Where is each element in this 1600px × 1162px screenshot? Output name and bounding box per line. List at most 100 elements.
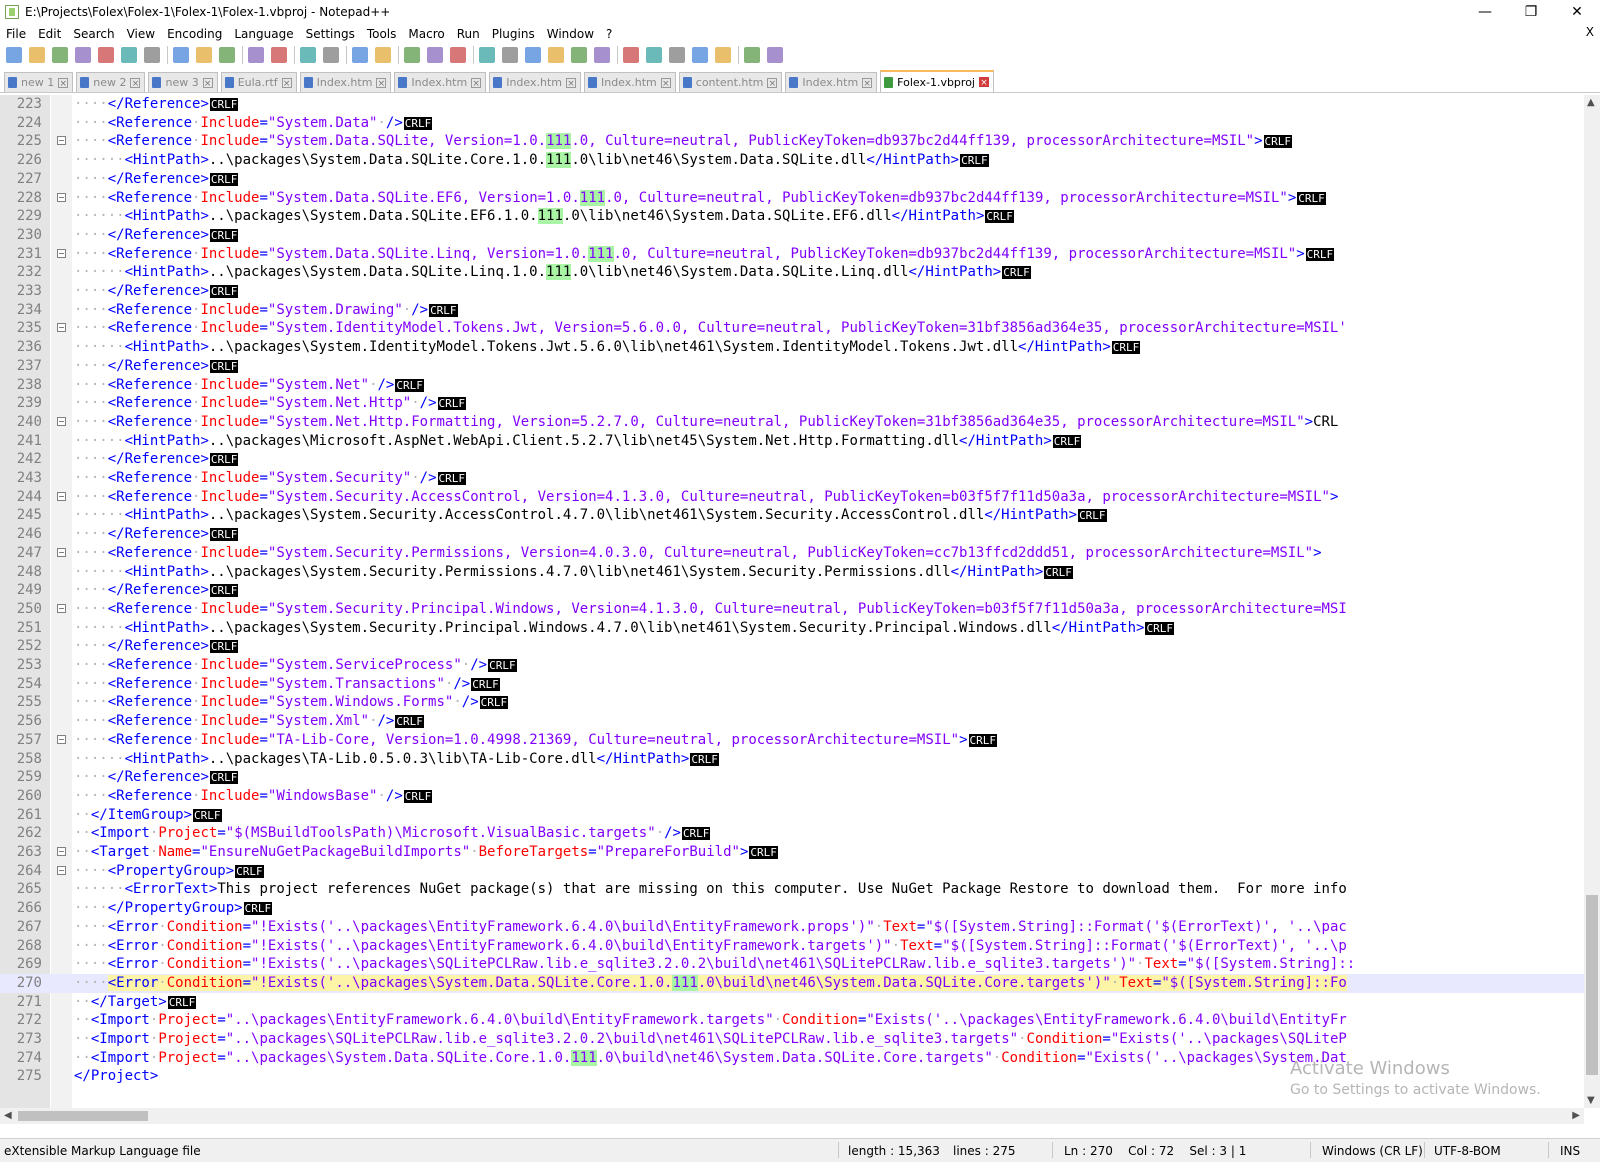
code-line[interactable]: 224 ····<Reference·Include="System.Data"·… [0,114,1584,133]
code-line[interactable]: 233 ····</Reference> CRLF [0,282,1584,301]
find-icon[interactable] [300,47,316,63]
close-tab-icon[interactable]: × [202,77,213,89]
tab-index-htm[interactable]: Index.htm × [785,72,878,92]
spellcheck-settings-icon[interactable] [767,47,783,63]
vertical-scrollbar[interactable]: ▲ ▼ [1584,95,1600,1108]
sync-horizontal-icon[interactable] [427,47,443,63]
menu-file[interactable]: File [0,27,32,41]
close-tab-icon[interactable]: × [565,77,576,89]
tab-folex-1-vbproj[interactable]: Folex-1.vbproj × [880,70,994,92]
fold-toggle-icon[interactable] [57,847,66,856]
code-line[interactable]: 243 ····<Reference·Include="System.Securi… [0,469,1584,488]
code-line[interactable]: 271 ··</Target> CRLF [0,993,1584,1012]
scroll-left-arrow-icon[interactable]: ◀ [4,1110,12,1121]
close-all-icon[interactable] [121,47,137,63]
sync-vertical-icon[interactable] [404,47,420,63]
code-line[interactable]: 244 ····<Reference·Include="System.Securi… [0,488,1584,507]
code-line[interactable]: 242 ····</Reference> CRLF [0,450,1584,469]
menu-settings[interactable]: Settings [300,27,361,41]
code-line[interactable]: 255 ····<Reference·Include="System.Window… [0,693,1584,712]
tab-new-1[interactable]: new 1 × [4,72,74,92]
status-eol[interactable]: Windows (CR LF) [1322,1144,1423,1158]
code-line[interactable]: 246 ····</Reference> CRLF [0,525,1584,544]
close-tab-icon[interactable]: × [660,77,671,89]
menu-run[interactable]: Run [451,27,486,41]
close-tab-icon[interactable]: × [767,77,778,89]
menu-search[interactable]: Search [67,27,120,41]
horizontal-scroll-thumb[interactable] [18,1111,148,1121]
code-line[interactable]: 258 ······<HintPath>..\packages\TA-Lib.0.… [0,750,1584,769]
fold-toggle-icon[interactable] [57,192,66,202]
scroll-down-arrow-icon[interactable]: ▼ [1587,1095,1595,1106]
new-file-icon[interactable] [6,47,22,63]
fold-toggle-icon[interactable] [57,603,66,613]
status-insert-mode[interactable]: INS [1560,1144,1580,1158]
code-line[interactable]: 234 ····<Reference·Include="System.Drawin… [0,301,1584,320]
tab-content-htm[interactable]: content.htm × [678,72,783,92]
code-line[interactable]: 238 ····<Reference·Include="System.Net"·/… [0,376,1584,395]
code-line[interactable]: 227 ····</Reference> CRLF [0,170,1584,189]
fold-toggle-icon[interactable] [57,248,66,258]
save-macro-icon[interactable] [715,47,731,63]
close-document-button[interactable]: X [1586,25,1594,39]
menu-language[interactable]: Language [228,27,299,41]
tab-new-2[interactable]: new 2 × [76,72,146,92]
code-line[interactable]: 257 ····<Reference·Include="TA-Lib-Core, … [0,731,1584,750]
fold-toggle-icon[interactable] [57,323,66,333]
scroll-right-arrow-icon[interactable]: ▶ [1572,1110,1580,1121]
minimize-button[interactable]: — [1462,0,1508,24]
code-line[interactable]: 226 ······<HintPath>..\packages\System.Da… [0,151,1584,170]
close-icon[interactable] [98,47,114,63]
code-line[interactable]: 235 ····<Reference·Include="System.Identi… [0,319,1584,338]
fold-toggle-icon[interactable] [57,865,66,875]
print-icon[interactable] [144,47,160,63]
code-line[interactable]: 229 ······<HintPath>..\packages\System.Da… [0,207,1584,226]
code-line[interactable]: 236 ······<HintPath>..\packages\System.Id… [0,338,1584,357]
cut-icon[interactable] [173,47,189,63]
tab-eula-rtf[interactable]: Eula.rtf × [220,72,297,92]
code-line[interactable]: 247 ····<Reference·Include="System.Securi… [0,544,1584,563]
word-wrap-icon[interactable] [450,47,466,63]
code-line[interactable]: 225 ····<Reference·Include="System.Data.S… [0,132,1584,151]
menu-macro[interactable]: Macro [402,27,450,41]
code-line[interactable]: 264 ····<PropertyGroup> CRLF [0,862,1584,881]
code-line[interactable]: 268 ····<Error·Condition="!Exists('..\pac… [0,937,1584,956]
play-macro-icon[interactable] [669,47,685,63]
code-line[interactable]: 248 ······<HintPath>..\packages\System.Se… [0,563,1584,582]
menu-window[interactable]: Window [541,27,600,41]
stop-macro-icon[interactable] [646,47,662,63]
code-line[interactable]: 252 ····</Reference> CRLF [0,637,1584,656]
spellcheck-icon[interactable] [744,47,760,63]
code-line[interactable]: 269 ····<Error·Condition="!Exists('..\pac… [0,955,1584,974]
code-line[interactable]: 240 ····<Reference·Include="System.Net.Ht… [0,413,1584,432]
code-editor[interactable]: 223 ····</Reference> CRLF 224 ····<Reference… [0,95,1584,1108]
horizontal-scrollbar[interactable]: ◀ ▶ [0,1108,1584,1124]
code-line[interactable]: 237 ····</Reference> CRLF [0,357,1584,376]
tab-index-htm[interactable]: Index.htm × [489,72,581,92]
code-line[interactable]: 263 ··<Target·Name="EnsureNuGetPackageBui… [0,843,1584,862]
zoom-out-icon[interactable] [375,47,391,63]
vertical-scroll-thumb[interactable] [1586,895,1598,1075]
code-line[interactable]: 230 ····</Reference> CRLF [0,226,1584,245]
zoom-in-icon[interactable] [352,47,368,63]
code-line[interactable]: 272 ··<Import·Project="..\packages\Entity… [0,1011,1584,1030]
menu-plugins[interactable]: Plugins [486,27,541,41]
undo-icon[interactable] [248,47,264,63]
fold-toggle-icon[interactable] [57,136,66,146]
tab-index-htm[interactable]: Index.htm × [299,72,392,92]
code-line[interactable]: 267 ····<Error·Condition="!Exists('..\pac… [0,918,1584,937]
code-line[interactable]: 262 ··<Import·Project="$(MSBuildToolsPath… [0,824,1584,843]
code-line[interactable]: 253 ····<Reference·Include="System.Servic… [0,656,1584,675]
save-icon[interactable] [52,47,68,63]
close-window-button[interactable]: ✕ [1554,0,1600,24]
code-line[interactable]: 251 ······<HintPath>..\packages\System.Se… [0,619,1584,638]
save-all-icon[interactable] [75,47,91,63]
close-tab-icon[interactable]: × [978,77,989,88]
run-macro-multiple-icon[interactable] [692,47,708,63]
tab-new-3[interactable]: new 3 × [148,72,218,92]
tab-index-htm[interactable]: Index.htm × [394,72,487,92]
close-tab-icon[interactable]: × [281,77,292,89]
doc-map-icon[interactable] [525,47,541,63]
fold-toggle-icon[interactable] [57,491,66,501]
code-line[interactable]: 249 ····</Reference> CRLF [0,581,1584,600]
